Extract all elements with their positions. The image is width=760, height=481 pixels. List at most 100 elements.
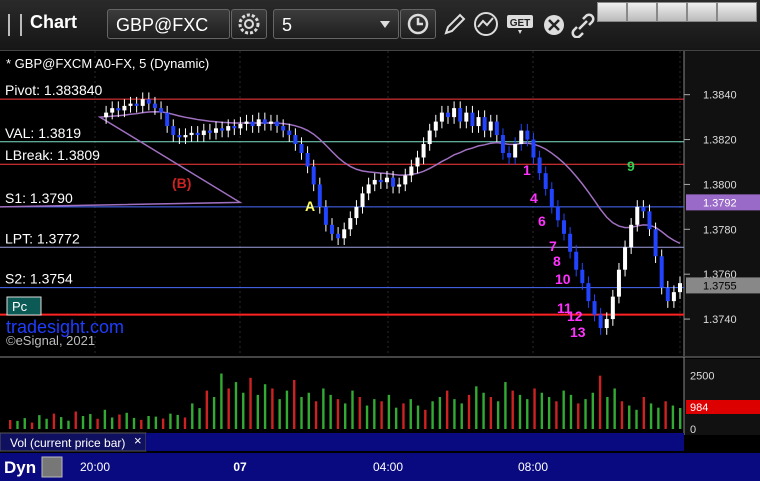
candle-body xyxy=(629,224,634,248)
chart-symbol-title: * GBP@FXCM A0-FX, 5 (Dynamic) xyxy=(6,56,209,71)
volume-bar xyxy=(110,417,114,429)
volume-bar xyxy=(358,397,361,429)
volume-bar xyxy=(336,399,340,429)
candle-body xyxy=(317,184,322,207)
volume-bar xyxy=(664,401,667,429)
candle-body xyxy=(415,157,420,167)
gear-icon xyxy=(238,13,260,35)
volume-bar xyxy=(125,412,128,429)
candle-body xyxy=(232,126,237,129)
candle-body xyxy=(507,153,512,158)
volume-bar xyxy=(30,422,34,429)
volume-bar xyxy=(9,420,12,429)
volume-bar xyxy=(504,382,507,429)
volume-bar xyxy=(671,405,675,429)
annotation-label: 1 xyxy=(523,162,531,178)
candle-body xyxy=(616,269,621,297)
candle-body xyxy=(665,287,670,302)
dyn-label: Dyn xyxy=(4,458,36,477)
volume-bar xyxy=(278,399,281,429)
close-study-icon[interactable]: × xyxy=(134,433,142,448)
symbol-settings-button[interactable] xyxy=(231,9,267,39)
candle-body xyxy=(464,112,469,122)
price-chart[interactable]: Pivot: 1.383840 VAL: 1.3819 LBreak: 1.3809… xyxy=(0,51,760,481)
volume-bar xyxy=(351,390,354,429)
candle-body xyxy=(177,135,182,138)
candle-body xyxy=(494,121,499,136)
price-tick-label: 1.3800 xyxy=(703,179,737,191)
volume-bar xyxy=(81,415,85,429)
volume-bar xyxy=(635,409,638,429)
candle-body xyxy=(604,319,609,329)
window-minimize-button[interactable] xyxy=(657,2,687,22)
level-label: VAL: 1.3819 xyxy=(5,125,81,141)
candle-body xyxy=(372,179,377,185)
candle-body xyxy=(678,283,682,293)
time-tick-label: 08:00 xyxy=(518,460,548,474)
price-tick-label: 1.3820 xyxy=(703,135,737,147)
window-close-button[interactable] xyxy=(717,2,757,22)
volume-bar xyxy=(394,407,398,429)
volume-bar xyxy=(467,394,471,429)
volume-bar xyxy=(679,408,682,429)
volume-bar xyxy=(555,401,558,429)
get-data-icon[interactable]: GET xyxy=(505,12,537,38)
candle-body xyxy=(391,177,396,187)
volume-bar xyxy=(263,384,267,429)
volume-bar xyxy=(307,392,310,429)
pc-marker-label: Pc xyxy=(12,299,28,314)
candle-body xyxy=(543,173,548,189)
window-pin-button[interactable] xyxy=(627,2,657,22)
candle-body xyxy=(146,99,151,104)
candle-body xyxy=(122,105,127,111)
interval-selector[interactable]: 5 xyxy=(273,9,399,39)
volume-bar xyxy=(103,409,107,429)
symbol-selector[interactable]: GBP@FXC xyxy=(107,9,230,39)
volume-bar xyxy=(460,403,463,429)
volume-bar xyxy=(642,397,645,429)
candle-body xyxy=(482,117,487,131)
volume-bar xyxy=(380,401,383,429)
candle-body xyxy=(256,119,261,127)
level-label: S1: 1.3790 xyxy=(5,190,73,206)
volume-bar xyxy=(329,394,332,429)
pencil-icon[interactable] xyxy=(440,11,468,39)
volume-bar xyxy=(591,392,595,429)
volume-bar xyxy=(140,419,143,429)
candle-body xyxy=(653,229,658,257)
chart-grid-icon xyxy=(8,14,22,36)
candle-body xyxy=(671,292,676,302)
volume-bar xyxy=(569,394,573,429)
volume-bar xyxy=(526,399,529,429)
candle-body xyxy=(531,139,536,158)
volume-bar xyxy=(154,416,158,429)
volume-bar xyxy=(205,390,209,429)
price-tick-label: 1.3840 xyxy=(703,90,737,102)
price-tick-label: 1.3780 xyxy=(703,224,737,236)
volume-bar xyxy=(547,397,551,429)
candle-body xyxy=(330,224,334,234)
candle-body xyxy=(348,218,353,230)
window-restore-button[interactable] xyxy=(597,2,627,22)
candle-body xyxy=(574,251,579,270)
dynamic-scale-button[interactable] xyxy=(41,456,63,478)
candle-body xyxy=(342,229,347,239)
time-settings-button[interactable] xyxy=(400,9,436,39)
volume-bar xyxy=(67,420,70,429)
level-label: Pivot: 1.383840 xyxy=(5,82,103,98)
candle-body xyxy=(421,144,426,158)
volume-bar xyxy=(285,390,289,429)
close-chart-icon[interactable] xyxy=(541,12,567,38)
candle-body xyxy=(433,121,438,131)
link-icon[interactable] xyxy=(570,12,596,38)
chevron-down-icon xyxy=(380,21,390,28)
volume-bar xyxy=(409,399,412,429)
candle-body xyxy=(134,103,139,106)
study-icon[interactable] xyxy=(472,10,502,40)
volume-bar xyxy=(387,394,391,429)
volume-bar xyxy=(482,392,485,429)
candle-body xyxy=(659,256,664,288)
candle-body xyxy=(275,121,280,127)
volume-bar xyxy=(132,417,136,429)
window-maximize-button[interactable] xyxy=(687,2,717,22)
